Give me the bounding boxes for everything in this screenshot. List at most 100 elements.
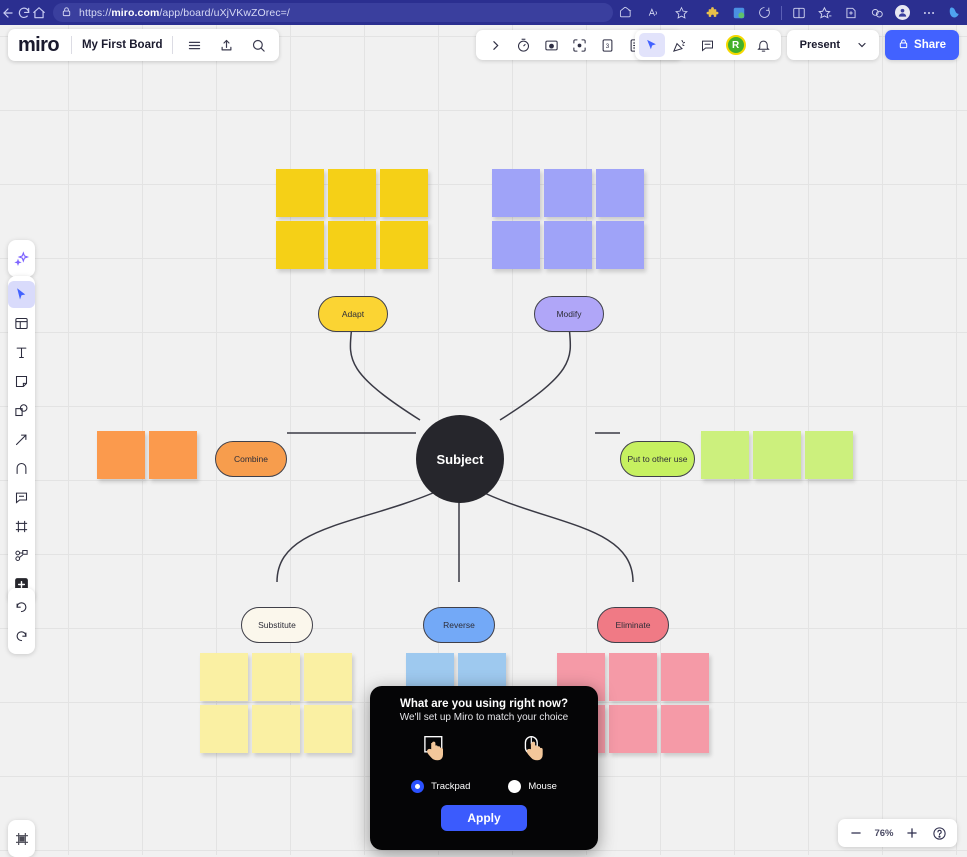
mindmap-branch-eliminate[interactable]: Eliminate	[597, 607, 669, 643]
hamburger-menu-icon[interactable]	[183, 34, 205, 56]
select-tool[interactable]	[8, 281, 35, 308]
input-device-modal: What are you using right now? We'll set …	[370, 686, 598, 850]
trackpad-option[interactable]: Trackpad	[411, 780, 470, 793]
share-button[interactable]: Share	[885, 30, 959, 60]
collections-icon[interactable]	[613, 2, 638, 24]
sticky-note[interactable]	[661, 705, 709, 753]
left-toolbar-ai-group	[8, 240, 35, 277]
ai-sparkle-tool[interactable]	[8, 245, 35, 272]
sticky-note[interactable]	[276, 221, 324, 269]
address-bar[interactable]: https://miro.com/app/board/uXjVKwZOrec=/	[53, 3, 613, 22]
mindmap-branch-put-to-other-use[interactable]: Put to other use	[620, 441, 695, 477]
sticky-note[interactable]	[328, 169, 376, 217]
zoom-in-icon[interactable]	[900, 821, 924, 845]
sticky-note[interactable]	[149, 431, 197, 479]
zoom-out-icon[interactable]	[844, 821, 868, 845]
copilot-ring-icon[interactable]	[752, 2, 777, 24]
shapes-tool[interactable]	[8, 397, 35, 424]
mindmap-center-node[interactable]: Subject	[416, 415, 504, 503]
home-icon[interactable]	[31, 2, 47, 24]
sticky-note[interactable]	[544, 221, 592, 269]
sticky-note[interactable]	[200, 653, 248, 701]
video-chat-icon[interactable]: 3	[594, 33, 620, 57]
sticky-note[interactable]	[252, 705, 300, 753]
comments-icon[interactable]	[695, 33, 721, 57]
sticky-note[interactable]	[492, 221, 540, 269]
sticky-note[interactable]	[252, 653, 300, 701]
notifications-bell-icon[interactable]	[751, 33, 777, 57]
more-options-icon[interactable]	[916, 2, 941, 24]
undo-tool[interactable]	[8, 593, 35, 620]
mindmap-branch-modify[interactable]: Modify	[534, 296, 604, 332]
redo-tool[interactable]	[8, 622, 35, 649]
timer-icon[interactable]	[510, 33, 536, 57]
sticky-note[interactable]	[609, 705, 657, 753]
celebrate-icon[interactable]	[667, 33, 693, 57]
browser-essentials-icon[interactable]	[786, 2, 811, 24]
help-question-icon[interactable]	[927, 821, 951, 845]
sticky-note[interactable]	[544, 169, 592, 217]
favorite-star-icon[interactable]	[669, 2, 694, 24]
sticky-note[interactable]	[609, 653, 657, 701]
mindmap-tool[interactable]	[8, 542, 35, 569]
chevron-down-icon[interactable]	[849, 33, 875, 57]
sticky-note[interactable]	[805, 431, 853, 479]
reload-icon[interactable]	[16, 2, 32, 24]
copilot-icon[interactable]	[942, 2, 967, 24]
connection-line-tool[interactable]	[8, 426, 35, 453]
avatar[interactable]: R	[723, 33, 749, 57]
sticky-note[interactable]	[304, 705, 352, 753]
sticky-note-tool[interactable]	[8, 368, 35, 395]
trackpad-radio[interactable]	[411, 780, 424, 793]
pen-tool[interactable]	[8, 455, 35, 482]
browser-toolbar: https://miro.com/app/board/uXjVKwZOrec=/	[0, 0, 967, 25]
apply-button[interactable]: Apply	[441, 805, 526, 831]
cursor-share-icon[interactable]	[639, 33, 665, 57]
board-title[interactable]: My First Board	[82, 39, 163, 51]
present-button[interactable]: Present	[791, 39, 849, 51]
header-right-group: R Present Share	[635, 30, 959, 60]
templates-tool[interactable]	[8, 310, 35, 337]
upload-share-icon[interactable]	[215, 34, 237, 56]
focus-mode-icon[interactable]	[566, 33, 592, 57]
sticky-note[interactable]	[380, 221, 428, 269]
miro-logo[interactable]: miro	[18, 34, 61, 57]
comment-tool[interactable]	[8, 484, 35, 511]
read-aloud-icon[interactable]	[641, 2, 666, 24]
mindmap-branch-combine[interactable]: Combine	[215, 441, 287, 477]
sticky-note[interactable]	[200, 705, 248, 753]
sticky-note[interactable]	[596, 169, 644, 217]
mindmap-branch-substitute[interactable]: Substitute	[241, 607, 313, 643]
back-arrow-icon[interactable]	[0, 2, 16, 24]
mindmap-branch-reverse[interactable]: Reverse	[423, 607, 495, 643]
expand-chevron-icon[interactable]	[482, 33, 508, 57]
sticky-note[interactable]	[661, 653, 709, 701]
mindmap-branch-label: Substitute	[258, 620, 296, 630]
extension-puzzle-icon[interactable]	[700, 2, 725, 24]
split-screen-icon[interactable]	[726, 2, 751, 24]
sticky-note[interactable]	[380, 169, 428, 217]
frame-tool[interactable]	[8, 513, 35, 540]
sticky-note[interactable]	[97, 431, 145, 479]
sticky-note[interactable]	[276, 169, 324, 217]
sticky-note[interactable]	[328, 221, 376, 269]
screenshot-icon[interactable]	[538, 33, 564, 57]
sticky-note[interactable]	[304, 653, 352, 701]
frames-panel-tool[interactable]	[8, 825, 35, 852]
divider	[71, 36, 72, 54]
modal-subtitle: We'll set up Miro to match your choice	[400, 712, 568, 723]
mindmap-branch-adapt[interactable]: Adapt	[318, 296, 388, 332]
profile-avatar-icon[interactable]	[890, 2, 915, 24]
sticky-note[interactable]	[596, 221, 644, 269]
collections-panel-icon[interactable]	[838, 2, 863, 24]
sticky-note[interactable]	[753, 431, 801, 479]
search-icon[interactable]	[247, 34, 269, 56]
mouse-option[interactable]: Mouse	[508, 780, 557, 793]
sticky-note[interactable]	[701, 431, 749, 479]
text-tool[interactable]	[8, 339, 35, 366]
drop-share-icon[interactable]	[864, 2, 889, 24]
zoom-level[interactable]: 76%	[871, 828, 897, 839]
mouse-radio[interactable]	[508, 780, 521, 793]
sticky-note[interactable]	[492, 169, 540, 217]
favorites-add-icon[interactable]	[812, 2, 837, 24]
